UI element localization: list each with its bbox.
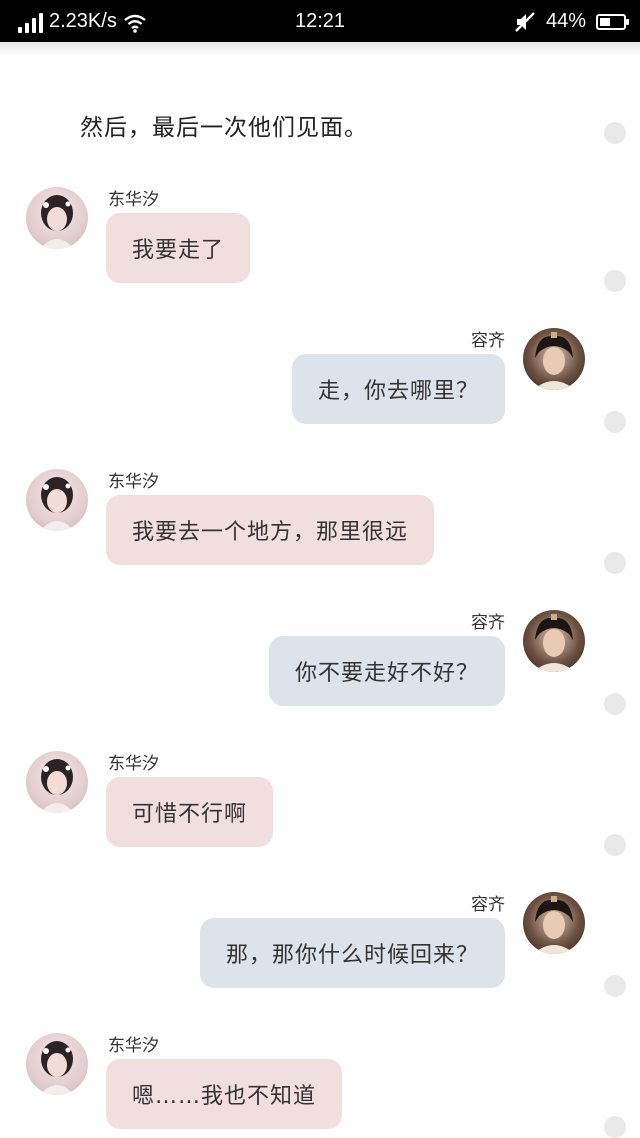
message-bubble[interactable]: 可惜不行啊 <box>106 777 274 847</box>
mute-icon <box>515 11 535 32</box>
message-bubble[interactable]: 那，那你什么时候回来？ <box>199 918 505 988</box>
message-bubble[interactable]: 你不要走好不好？ <box>268 636 505 706</box>
scroll-marker <box>604 693 626 715</box>
scroll-marker <box>604 552 626 574</box>
avatar[interactable] <box>26 469 88 531</box>
scroll-marker <box>604 1116 626 1138</box>
avatar[interactable] <box>26 1033 88 1095</box>
sender-name: 东华汐 <box>108 472 159 492</box>
scroll-marker <box>604 411 626 433</box>
sender-name: 东华汐 <box>108 754 159 774</box>
status-bar: 2.23K/s 12:21 44% <box>0 0 640 42</box>
sender-name: 东华汐 <box>108 1036 159 1056</box>
message-bubble[interactable]: 我要走了 <box>106 213 251 283</box>
status-right: 44% <box>514 10 629 33</box>
battery-percent: 44% <box>545 10 586 32</box>
scroll-marker <box>604 122 626 144</box>
scroll-marker <box>604 975 626 997</box>
battery-icon <box>596 13 629 30</box>
avatar[interactable] <box>26 751 88 813</box>
avatar[interactable] <box>523 328 585 390</box>
status-shadow <box>0 42 640 56</box>
scroll-marker <box>604 834 626 856</box>
avatar[interactable] <box>523 610 585 672</box>
avatar[interactable] <box>523 892 585 954</box>
message-bubble[interactable]: 嗯……我也不知道 <box>106 1059 343 1129</box>
message-bubble[interactable]: 走，你去哪里？ <box>291 354 505 424</box>
avatar[interactable] <box>26 187 88 249</box>
sender-name: 容齐 <box>471 895 505 915</box>
sender-name: 东华汐 <box>108 190 159 210</box>
sender-name: 容齐 <box>471 613 505 633</box>
message-bubble[interactable]: 我要去一个地方，那里很远 <box>106 495 435 565</box>
intro-text: 然后，最后一次他们见面。 <box>80 115 368 141</box>
sender-name: 容齐 <box>471 331 505 351</box>
scroll-marker <box>604 270 626 292</box>
